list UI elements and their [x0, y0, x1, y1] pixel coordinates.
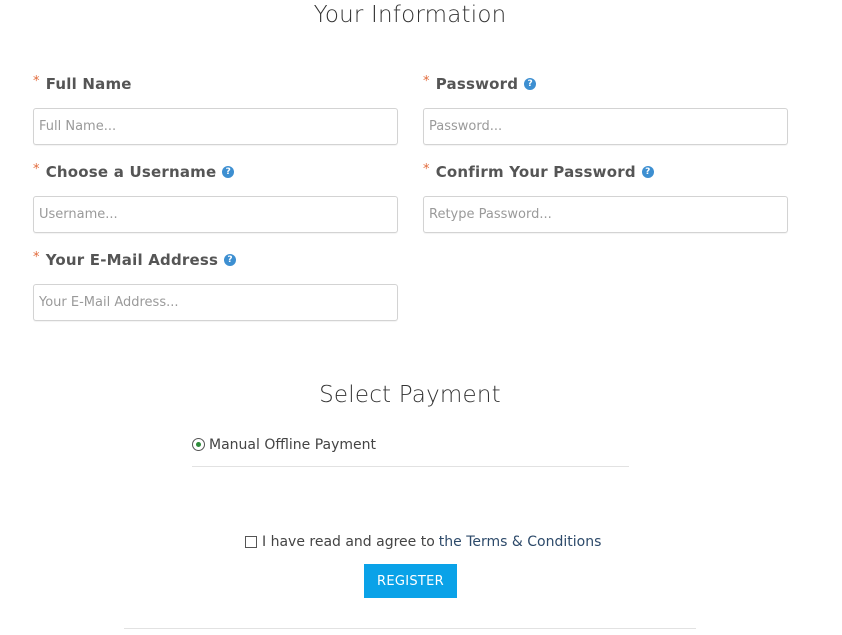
username-label-text: Choose a Username [45, 163, 217, 181]
full-name-input[interactable] [33, 108, 398, 145]
email-input[interactable] [33, 284, 398, 321]
password-input[interactable] [423, 108, 788, 145]
select-payment-heading: Select Payment [319, 382, 501, 408]
help-icon[interactable]: ? [524, 78, 537, 90]
email-label: * Your E-Mail Address ? [33, 250, 398, 270]
confirm-password-label: * Confirm Your Password ? [423, 162, 788, 182]
help-icon[interactable]: ? [222, 166, 235, 178]
terms-row: I have read and agree to the Terms & Con… [245, 534, 601, 550]
required-marker: * [423, 73, 430, 89]
full-name-label: * Full Name [33, 74, 398, 94]
confirm-password-input[interactable] [423, 196, 788, 233]
username-input[interactable] [33, 196, 398, 233]
confirm-password-field-group: * Confirm Your Password ? [423, 162, 788, 233]
payment-option-row[interactable]: Manual Offline Payment [192, 436, 629, 467]
password-label: * Password ? [423, 74, 788, 94]
email-label-text: Your E-Mail Address [45, 251, 219, 269]
required-marker: * [33, 249, 40, 265]
registration-page: Your Information * Full Name * Password … [0, 0, 842, 635]
full-name-label-text: Full Name [45, 75, 132, 93]
confirm-password-label-text: Confirm Your Password [435, 163, 636, 181]
checkbox-unchecked-icon[interactable] [245, 536, 257, 548]
help-icon[interactable]: ? [224, 254, 237, 266]
password-field-group: * Password ? [423, 74, 788, 145]
required-marker: * [33, 73, 40, 89]
username-label: * Choose a Username ? [33, 162, 398, 182]
required-marker: * [423, 161, 430, 177]
required-marker: * [33, 161, 40, 177]
bottom-divider [124, 628, 696, 629]
terms-text: I have read and agree to [262, 534, 435, 550]
terms-link[interactable]: the Terms & Conditions [439, 534, 602, 550]
email-field-group: * Your E-Mail Address ? [33, 250, 398, 321]
your-information-heading: Your Information [313, 2, 507, 28]
full-name-field-group: * Full Name [33, 74, 398, 145]
radio-selected-icon[interactable] [192, 438, 205, 451]
help-icon[interactable]: ? [641, 166, 654, 178]
password-label-text: Password [435, 75, 519, 93]
register-button[interactable]: REGISTER [364, 564, 457, 598]
username-field-group: * Choose a Username ? [33, 162, 398, 233]
payment-option-label[interactable]: Manual Offline Payment [209, 436, 376, 454]
